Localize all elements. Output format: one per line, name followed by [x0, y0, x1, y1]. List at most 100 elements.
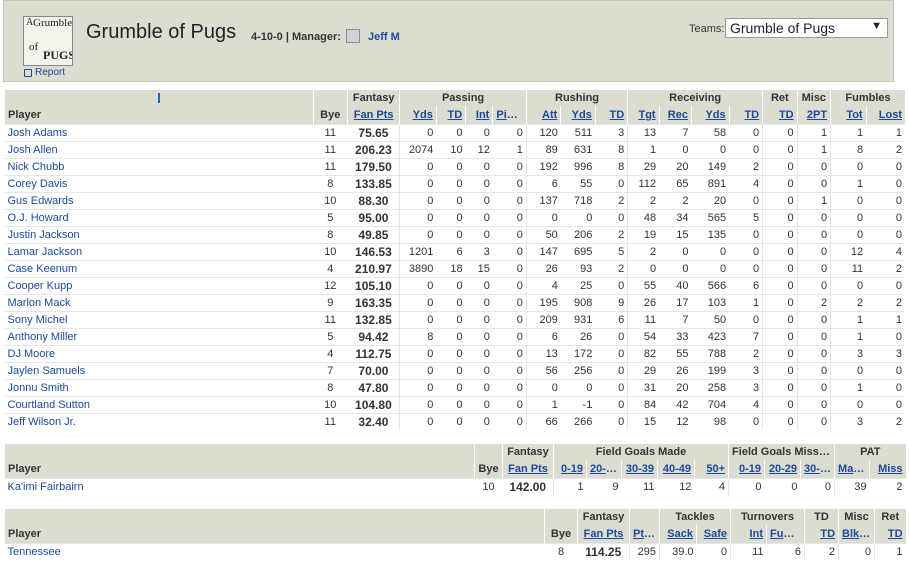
- stat-cell-fum-rec: 6: [766, 542, 805, 560]
- stat-cell-td: 0: [595, 361, 628, 379]
- player-name-link[interactable]: Sony Michel: [4, 310, 314, 328]
- report-link[interactable]: Report: [24, 67, 65, 78]
- stat-cell-td: 10: [436, 140, 466, 158]
- player-name-link[interactable]: Nick Chubb: [4, 157, 314, 175]
- group-header: [4, 509, 545, 525]
- column-header-0-19[interactable]: 0-19: [728, 460, 765, 478]
- column-header-td[interactable]: TD: [435, 106, 466, 124]
- column-header-yds[interactable]: Yds: [560, 106, 596, 124]
- stat-cell-2pt: 0: [796, 157, 831, 175]
- stat-cell-yds: 695: [560, 242, 596, 260]
- column-header-bye: Bye: [544, 525, 578, 543]
- column-header-2pt[interactable]: 2PT: [796, 106, 831, 124]
- stat-cell-td: 0: [762, 344, 798, 362]
- column-header-lost[interactable]: Lost: [865, 106, 905, 124]
- stat-cell-td: 0: [436, 344, 466, 362]
- stat-cell-td: 2: [595, 259, 628, 277]
- player-name-link[interactable]: Gus Edwards: [4, 191, 314, 209]
- column-header-30-39[interactable]: 30-39: [621, 460, 658, 478]
- column-header-int[interactable]: Int: [465, 106, 493, 124]
- stat-cell-bye: 10: [313, 395, 348, 413]
- column-header-td[interactable]: TD: [728, 106, 763, 124]
- group-header: [544, 509, 578, 525]
- column-header-td[interactable]: TD: [594, 106, 628, 124]
- player-name-link[interactable]: Justin Jackson: [4, 225, 314, 243]
- column-header-rec[interactable]: Rec: [658, 106, 692, 124]
- column-header-20-29[interactable]: 20-29: [586, 460, 622, 478]
- column-header-pick-six[interactable]: Pick Six: [492, 106, 527, 124]
- stat-cell-lost: 2: [866, 412, 905, 430]
- teams-dropdown[interactable]: Grumble of Pugs ▼: [725, 18, 888, 38]
- column-header-sack[interactable]: Sack: [659, 525, 697, 543]
- stat-cell-yds: 423: [691, 327, 730, 345]
- stat-cell-fan-pts: 88.30: [347, 191, 400, 209]
- stat-cell-att: 0: [525, 208, 561, 226]
- column-header-tgt[interactable]: Tgt: [627, 106, 660, 124]
- column-header-pts-allowed[interactable]: Pts Allowed: [629, 525, 660, 543]
- stat-cell-tot: 1: [830, 174, 867, 192]
- column-header-30-39[interactable]: 30-39: [800, 460, 835, 478]
- column-header-safe[interactable]: Safe: [696, 525, 731, 543]
- stat-cell-td: 0: [436, 123, 466, 141]
- player-name-link[interactable]: Marlon Mack: [4, 293, 314, 311]
- player-name-link[interactable]: Anthony Miller: [4, 327, 314, 345]
- stat-cell-td: 0: [436, 395, 466, 413]
- player-name-link[interactable]: Josh Adams: [4, 123, 314, 141]
- player-name-link[interactable]: Ka'imi Fairbairn: [4, 477, 475, 495]
- stat-cell-bye: 11: [313, 140, 348, 158]
- manager-link[interactable]: Jeff M: [368, 31, 400, 43]
- stat-cell-td: 6: [729, 276, 763, 294]
- player-name-link[interactable]: DJ Moore: [4, 344, 314, 362]
- column-header-td[interactable]: TD: [874, 525, 906, 543]
- stat-cell-yds: 0: [399, 344, 437, 362]
- player-name-link[interactable]: Courtland Sutton: [4, 395, 314, 413]
- column-header-20-29[interactable]: 20-29: [764, 460, 801, 478]
- player-name-link[interactable]: Cooper Kupp: [4, 276, 314, 294]
- column-header-40-49[interactable]: 40-49: [657, 460, 695, 478]
- stat-cell-fan-pts: 49.85: [347, 225, 400, 243]
- player-name-link[interactable]: Case Keenum: [4, 259, 314, 277]
- stat-cell-td: 0: [762, 123, 798, 141]
- stat-cell-2pt: 0: [796, 259, 831, 277]
- player-name-link[interactable]: Tennessee: [4, 542, 545, 560]
- column-header-miss[interactable]: Miss: [869, 460, 906, 478]
- stat-cell-yds: 2074: [399, 140, 437, 158]
- stat-cell-yds: 0: [560, 378, 596, 396]
- stat-cell-td: 0: [762, 395, 798, 413]
- player-name-link[interactable]: Jonnu Smith: [4, 378, 314, 396]
- stat-cell-bye: 7: [313, 361, 348, 379]
- stat-cell-lost: 1: [866, 123, 905, 141]
- stat-cell-fan-pts: 75.65: [347, 123, 400, 141]
- column-header-row: PlayerByeFan PtsPts AllowedSackSafeIntFu…: [4, 525, 906, 543]
- column-header-yds[interactable]: Yds: [399, 106, 437, 124]
- player-name-link[interactable]: Josh Allen: [4, 140, 314, 158]
- column-header-blk-kick[interactable]: Blk Kick: [838, 525, 875, 543]
- column-header-td[interactable]: TD: [762, 106, 798, 124]
- stat-cell-att: 192: [525, 157, 561, 175]
- column-header-yds[interactable]: Yds: [690, 106, 730, 124]
- column-header-tot[interactable]: Tot: [830, 106, 867, 124]
- column-header-50[interactable]: 50+: [693, 460, 729, 478]
- stat-cell-td: 0: [762, 208, 798, 226]
- stat-cell-fan-pts: 133.85: [347, 174, 400, 192]
- column-header-made[interactable]: Made: [834, 460, 870, 478]
- player-name-link[interactable]: Lamar Jackson: [4, 242, 314, 260]
- column-header-fan-pts[interactable]: Fan Pts: [347, 106, 400, 124]
- column-header-int[interactable]: Int: [730, 525, 767, 543]
- column-header-fan-pts[interactable]: Fan Pts: [577, 525, 630, 543]
- player-name-link[interactable]: Corey Davis: [4, 174, 314, 192]
- player-row: Sony Michel 11 132.85 0 0 0 0 209 931 6 11 7 50 0 0 0 1 1: [4, 310, 905, 328]
- column-header-att[interactable]: Att: [525, 106, 561, 124]
- stat-cell-rec: 42: [659, 395, 692, 413]
- column-header-fum-rec[interactable]: Fum Rec: [765, 525, 805, 543]
- column-header-fan-pts[interactable]: Fan Pts: [502, 460, 554, 478]
- player-row: Tennessee 8 114.25 295 39.0 0 11 6 2 0 1: [4, 542, 906, 560]
- stat-cell-td: 2: [595, 225, 628, 243]
- column-header-0-19[interactable]: 0-19: [553, 460, 587, 478]
- column-header-td[interactable]: TD: [804, 525, 839, 543]
- stat-cell-tot: 1: [830, 310, 867, 328]
- player-name-link[interactable]: O.J. Howard: [4, 208, 314, 226]
- team-record: 4-10-0 | Manager:: [251, 31, 341, 43]
- player-name-link[interactable]: Jeff Wilson Jr.: [4, 412, 314, 430]
- player-name-link[interactable]: Jaylen Samuels: [4, 361, 314, 379]
